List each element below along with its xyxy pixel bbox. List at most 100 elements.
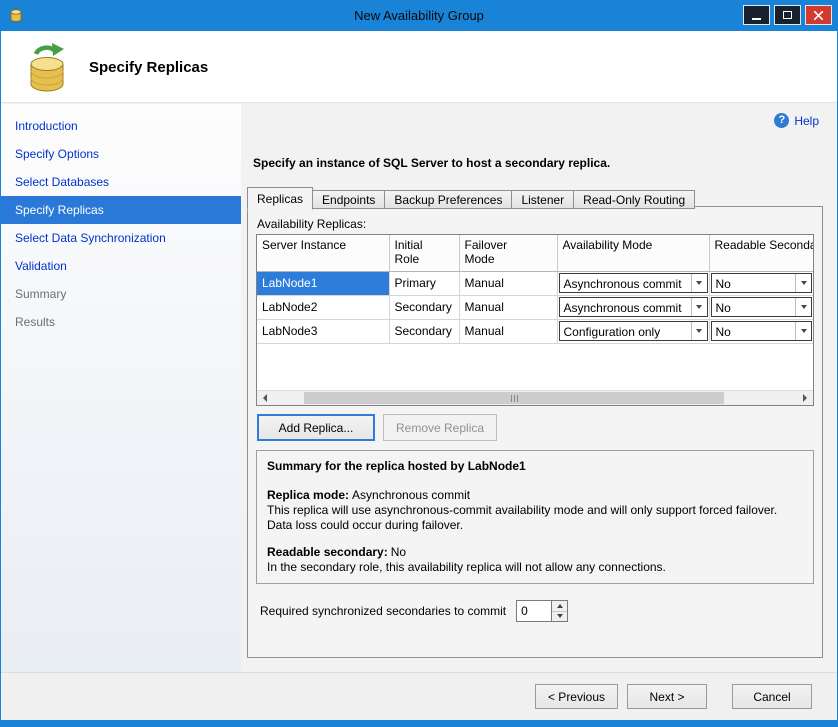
minimize-icon <box>752 18 761 20</box>
required-secondaries-row: Required synchronized secondaries to com… <box>260 600 822 622</box>
cell-server-instance[interactable]: LabNode2 <box>257 295 389 319</box>
cell-initial-role[interactable]: Primary <box>389 271 459 295</box>
tab-listener[interactable]: Listener <box>512 190 574 209</box>
replica-mode-line: Replica mode:Asynchronous commit <box>267 488 803 502</box>
tab-endpoints[interactable]: Endpoints <box>313 190 385 209</box>
previous-button[interactable]: < Previous <box>535 684 618 709</box>
scrollbar-grip-icon <box>514 395 515 402</box>
chevron-down-icon[interactable] <box>795 298 811 316</box>
scroll-right-icon[interactable] <box>797 391 813 405</box>
wizard-steps-sidebar: Introduction Specify Options Select Data… <box>1 104 241 672</box>
availability-mode-value: Asynchronous commit <box>560 298 691 316</box>
sidebar-item-introduction[interactable]: Introduction <box>1 112 241 140</box>
cell-initial-role[interactable]: Secondary <box>389 319 459 343</box>
new-availability-group-window: New Availability Group S <box>0 0 838 727</box>
title-bar[interactable]: New Availability Group <box>1 1 837 31</box>
replica-mode-description: This replica will use asynchronous-commi… <box>267 503 803 533</box>
cell-initial-role[interactable]: Secondary <box>389 295 459 319</box>
readable-secondary-select[interactable]: No <box>711 297 813 317</box>
window-controls <box>743 5 832 25</box>
sidebar-item-specify-replicas[interactable]: Specify Replicas <box>1 196 241 224</box>
replicas-table: Server Instance Initial Role Failover Mo… <box>257 235 813 344</box>
chevron-down-icon[interactable] <box>691 274 707 292</box>
cell-availability-mode: Asynchronous commit <box>557 271 709 295</box>
sidebar-item-results: Results <box>1 308 241 336</box>
readable-secondary-label: Readable secondary: <box>267 545 388 559</box>
col-readable-secondary: Readable Secondary <box>709 235 813 271</box>
replicas-tab-panel: Availability Replicas: Server Instance I… <box>247 206 823 658</box>
table-row[interactable]: LabNode3 Secondary Manual Configuration … <box>257 319 813 343</box>
replicas-grid: Server Instance Initial Role Failover Mo… <box>256 234 814 406</box>
readable-secondary-value: No <box>712 298 796 316</box>
table-row[interactable]: LabNode2 Secondary Manual Asynchronous c… <box>257 295 813 319</box>
cell-failover-mode[interactable]: Manual <box>459 295 557 319</box>
tab-backup-preferences[interactable]: Backup Preferences <box>385 190 512 209</box>
spin-up-icon[interactable] <box>552 601 567 612</box>
maximize-icon <box>783 11 792 19</box>
footer-button-bar: < Previous Next > Cancel <box>1 672 837 720</box>
col-server-instance: Server Instance <box>257 235 389 271</box>
cancel-button[interactable]: Cancel <box>732 684 812 709</box>
availability-replicas-label: Availability Replicas: <box>257 217 822 231</box>
chevron-down-icon[interactable] <box>691 298 707 316</box>
next-button[interactable]: Next > <box>627 684 707 709</box>
cell-server-instance[interactable]: LabNode1 <box>257 271 389 295</box>
table-row[interactable]: LabNode1 Primary Manual Asynchronous com… <box>257 271 813 295</box>
help-link[interactable]: ? Help <box>774 113 819 128</box>
table-header-row: Server Instance Initial Role Failover Mo… <box>257 235 813 271</box>
readable-secondary-select[interactable]: No <box>711 273 813 293</box>
sidebar-item-select-data-synchronization[interactable]: Select Data Synchronization <box>1 224 241 252</box>
readable-secondary-select[interactable]: No <box>711 321 813 341</box>
replica-mode-value: Asynchronous commit <box>352 488 470 502</box>
window-title: New Availability Group <box>1 1 837 31</box>
page-title: Specify Replicas <box>89 59 208 76</box>
cell-failover-mode[interactable]: Manual <box>459 271 557 295</box>
horizontal-scrollbar[interactable] <box>257 390 813 405</box>
add-replica-button[interactable]: Add Replica... <box>257 414 375 441</box>
sidebar-item-summary: Summary <box>1 280 241 308</box>
sidebar-item-select-databases[interactable]: Select Databases <box>1 168 241 196</box>
readable-secondary-line: Readable secondary:No <box>267 545 803 559</box>
minimize-button[interactable] <box>743 5 770 25</box>
tab-replicas[interactable]: Replicas <box>247 187 313 210</box>
col-availability-mode: Availability Mode <box>557 235 709 271</box>
cell-availability-mode: Asynchronous commit <box>557 295 709 319</box>
scroll-left-icon[interactable] <box>257 391 273 405</box>
stepper-buttons <box>551 601 567 621</box>
spin-down-icon[interactable] <box>552 612 567 622</box>
chevron-down-icon[interactable] <box>691 322 707 340</box>
tab-read-only-routing[interactable]: Read-Only Routing <box>574 190 695 209</box>
replica-mode-label: Replica mode: <box>267 488 349 502</box>
readable-secondary-summary-value: No <box>391 545 406 559</box>
wizard-header: Specify Replicas <box>1 31 837 103</box>
sidebar-item-validation[interactable]: Validation <box>1 252 241 280</box>
database-sync-icon <box>23 40 71 94</box>
required-secondaries-label: Required synchronized secondaries to com… <box>260 604 506 618</box>
cell-failover-mode[interactable]: Manual <box>459 319 557 343</box>
availability-mode-select[interactable]: Asynchronous commit <box>559 273 708 293</box>
cell-readable-secondary: No <box>709 295 813 319</box>
maximize-button[interactable] <box>774 5 801 25</box>
required-secondaries-input[interactable] <box>517 601 551 621</box>
readable-secondary-value: No <box>712 322 796 340</box>
scrollbar-thumb[interactable] <box>304 392 723 404</box>
cell-availability-mode: Configuration only <box>557 319 709 343</box>
scrollbar-track[interactable] <box>273 391 797 405</box>
help-icon: ? <box>774 113 789 128</box>
tab-strip: Replicas Endpoints Backup Preferences Li… <box>247 187 695 209</box>
availability-mode-select[interactable]: Asynchronous commit <box>559 297 708 317</box>
chevron-down-icon[interactable] <box>795 322 811 340</box>
help-label: Help <box>794 114 819 128</box>
sidebar-item-specify-options[interactable]: Specify Options <box>1 140 241 168</box>
summary-title: Summary for the replica hosted by LabNod… <box>267 459 803 473</box>
availability-mode-value: Asynchronous commit <box>560 274 691 292</box>
chevron-down-icon[interactable] <box>795 274 811 292</box>
cell-readable-secondary: No <box>709 319 813 343</box>
remove-replica-button: Remove Replica <box>383 414 497 441</box>
col-initial-role: Initial Role <box>389 235 459 271</box>
quantity-stepper <box>516 600 568 622</box>
availability-mode-select[interactable]: Configuration only <box>559 321 708 341</box>
close-button[interactable] <box>805 5 832 25</box>
instruction-text: Specify an instance of SQL Server to hos… <box>253 156 610 170</box>
cell-server-instance[interactable]: LabNode3 <box>257 319 389 343</box>
